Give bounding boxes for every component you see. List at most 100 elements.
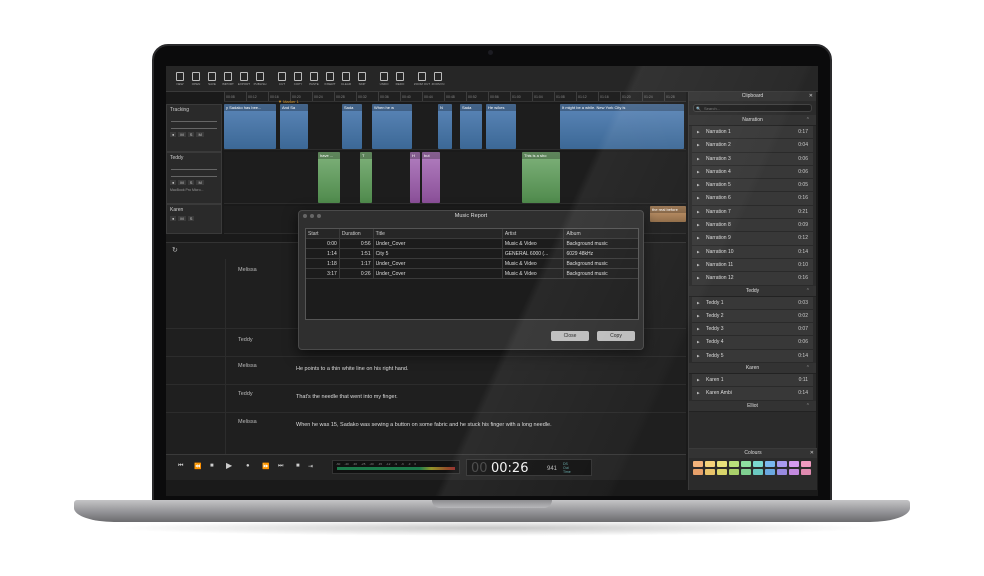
input-device-select[interactable]: MacBook Pro Micro... bbox=[167, 186, 221, 194]
zoom-in-button[interactable]: ZOOM IN bbox=[430, 66, 446, 92]
play-icon[interactable]: ▶ bbox=[697, 310, 700, 323]
audio-clip[interactable]: y Sadako has bee... bbox=[224, 104, 276, 149]
column-header[interactable]: Start bbox=[306, 229, 340, 238]
play-icon[interactable]: ▶ bbox=[697, 232, 700, 245]
colour-swatch[interactable] bbox=[801, 461, 811, 467]
colour-swatch[interactable] bbox=[693, 469, 703, 475]
track-lane-tracking[interactable]: y Sadako has bee... And Sa Sada When he … bbox=[224, 104, 686, 150]
import-button[interactable]: IMPORT bbox=[220, 66, 236, 92]
skip-button[interactable]: SKIP bbox=[354, 66, 370, 92]
audio-clip[interactable]: have ... bbox=[318, 152, 340, 203]
record-button[interactable]: ● bbox=[170, 216, 177, 221]
column-header[interactable]: Duration bbox=[339, 229, 374, 238]
colour-swatch[interactable] bbox=[717, 461, 727, 467]
new-button[interactable]: NEW bbox=[172, 66, 188, 92]
colour-swatch[interactable] bbox=[753, 469, 763, 475]
clip-group-header[interactable]: Narration ⌃ bbox=[689, 115, 816, 126]
colour-swatch[interactable] bbox=[777, 461, 787, 467]
clip-item[interactable]: ▶ Narration 6 0:16 bbox=[692, 192, 813, 206]
zoom-out-button[interactable]: ZOOM OUT bbox=[414, 66, 430, 92]
audio-clip[interactable]: It might be a while. New York City is bbox=[560, 104, 684, 149]
table-row[interactable]: 0:00 0:56 Under_Cover Music & Video Backgrou… bbox=[306, 239, 638, 249]
play-icon[interactable]: ▶ bbox=[697, 336, 700, 349]
play-icon[interactable]: ▶ bbox=[697, 179, 700, 192]
solo-button[interactable]: S bbox=[187, 216, 195, 221]
collapse-icon[interactable]: ⌃ bbox=[806, 286, 810, 297]
close-button[interactable]: Close bbox=[551, 331, 589, 341]
audio-clip[interactable]: Sada bbox=[460, 104, 482, 149]
collapse-icon[interactable]: ⌃ bbox=[806, 115, 810, 126]
transcript-row[interactable]: Melissa When he was 15, Sadako was sewin… bbox=[166, 413, 686, 455]
play-icon[interactable]: ▶ bbox=[697, 166, 700, 179]
clip-group-header[interactable]: Karen ⌃ bbox=[689, 363, 816, 375]
play-icon[interactable]: ▶ bbox=[697, 297, 700, 310]
audio-clip[interactable]: N bbox=[438, 104, 452, 149]
colour-swatch[interactable] bbox=[789, 461, 799, 467]
volume-slider[interactable] bbox=[171, 165, 217, 170]
collapse-icon[interactable]: ⌃ bbox=[806, 363, 810, 374]
fast-forward-icon[interactable]: ⏩ bbox=[262, 463, 269, 470]
copy-button[interactable]: COPY bbox=[290, 66, 306, 92]
colour-swatch[interactable] bbox=[693, 461, 703, 467]
track-lane-teddy[interactable]: have ... T H but This is a sho bbox=[224, 152, 686, 204]
record-button[interactable]: ● bbox=[170, 180, 177, 185]
copy-button[interactable]: Copy bbox=[597, 331, 635, 341]
column-header[interactable]: Title bbox=[373, 229, 503, 238]
monitor-button[interactable]: M bbox=[196, 132, 204, 137]
close-icon[interactable]: ✕ bbox=[809, 92, 813, 101]
open-button[interactable]: OPEN bbox=[188, 66, 204, 92]
colour-swatch[interactable] bbox=[765, 469, 775, 475]
export-button[interactable]: EXPORT bbox=[236, 66, 252, 92]
play-icon[interactable]: ▶ bbox=[697, 323, 700, 336]
audio-clip[interactable]: He w/kes bbox=[486, 104, 516, 149]
minimize-window-icon[interactable] bbox=[310, 214, 314, 218]
collapse-icon[interactable]: ⌃ bbox=[806, 401, 810, 412]
transcript-text[interactable]: He points to a thin white line on his ri… bbox=[296, 365, 616, 374]
play-icon[interactable]: ▶ bbox=[697, 387, 700, 400]
transcript-row[interactable]: Teddy That's the needle that went into m… bbox=[166, 385, 686, 413]
close-icon[interactable]: ✕ bbox=[810, 449, 814, 458]
colour-swatch[interactable] bbox=[705, 461, 715, 467]
mute-button[interactable]: M bbox=[178, 216, 186, 221]
play-icon[interactable]: ▶ bbox=[697, 350, 700, 363]
monitor-button[interactable]: M bbox=[196, 180, 204, 185]
play-icon[interactable]: ▶ bbox=[697, 153, 700, 166]
clear-button[interactable]: CLEAR bbox=[338, 66, 354, 92]
table-row[interactable]: 1:18 1:17 Under_Cover Music & Video Backgrou… bbox=[306, 259, 638, 269]
redo-button[interactable]: REDO bbox=[392, 66, 408, 92]
clip-item[interactable]: ▶ Teddy 1 0:03 bbox=[692, 296, 813, 310]
cut-button[interactable]: CUT bbox=[274, 66, 290, 92]
colour-swatch[interactable] bbox=[753, 461, 763, 467]
audio-clip[interactable]: T bbox=[360, 152, 372, 203]
clip-item[interactable]: ▶ Narration 4 0:06 bbox=[692, 165, 813, 180]
mute-button[interactable]: M bbox=[178, 180, 186, 185]
clip-group-header[interactable]: Elliot ⌃ bbox=[689, 400, 816, 412]
stop-icon[interactable]: ■ bbox=[210, 463, 214, 469]
clip-item[interactable]: ▶ Teddy 4 0:06 bbox=[692, 336, 813, 350]
clip-item[interactable]: ▶ Narration 3 0:06 bbox=[692, 152, 813, 166]
column-header[interactable]: Album bbox=[564, 229, 638, 238]
clip-item[interactable]: ▶ Teddy 2 0:02 bbox=[692, 309, 813, 324]
solo-button[interactable]: S bbox=[187, 180, 195, 185]
clip-item[interactable]: ▶ Narration 5 0:05 bbox=[692, 179, 813, 193]
auto-punch-icon[interactable]: ⇥ bbox=[308, 463, 313, 470]
transcript-row[interactable]: Melissa He points to a thin white line o… bbox=[166, 357, 686, 385]
clip-item[interactable]: ▶ Narration 2 0:04 bbox=[692, 139, 813, 153]
play-icon[interactable]: ▶ bbox=[697, 192, 700, 205]
audio-clip[interactable]: And Sa bbox=[280, 104, 308, 149]
clip-item[interactable]: ▶ Narration 7 0:21 bbox=[692, 205, 813, 220]
clip-group-header[interactable]: Teddy ⌃ bbox=[689, 285, 816, 297]
colour-swatch[interactable] bbox=[765, 461, 775, 467]
colour-swatch[interactable] bbox=[777, 469, 787, 475]
audio-clip[interactable]: This is a sho bbox=[522, 152, 560, 203]
rewind-icon[interactable]: ⏪ bbox=[194, 463, 201, 470]
colour-swatch[interactable] bbox=[729, 469, 739, 475]
paste-button[interactable]: PASTE bbox=[306, 66, 322, 92]
table-row[interactable]: 1:14 1:51 City 5 GENERAL 6000 (... 6029 48kH… bbox=[306, 249, 638, 259]
colour-swatch[interactable] bbox=[801, 469, 811, 475]
play-icon[interactable]: ▶ bbox=[697, 374, 700, 387]
undo-button[interactable]: UNDO bbox=[376, 66, 392, 92]
audio-clip[interactable]: the real before bbox=[650, 206, 686, 222]
audio-clip[interactable]: H bbox=[410, 152, 420, 203]
transcript-text[interactable]: That's the needle that went into my fing… bbox=[296, 393, 616, 402]
